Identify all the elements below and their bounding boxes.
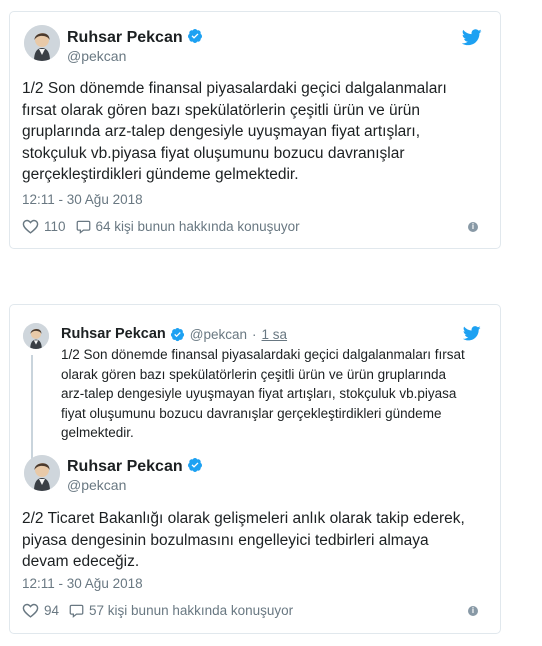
thread-connector-line: [31, 355, 33, 460]
conversation-link[interactable]: 57 kişi bunun hakkında konuşuyor: [89, 603, 293, 618]
quoted-author-name[interactable]: Ruhsar Pekcan: [61, 326, 166, 342]
speech-bubble-icon[interactable]: [69, 604, 84, 618]
author-handle[interactable]: @pekcan: [67, 477, 126, 493]
author-name-text[interactable]: Ruhsar Pekcan: [67, 29, 183, 46]
tweet-actions: 110 64 kişi bunun hakkında konuşuyor: [22, 219, 300, 234]
speech-bubble-icon[interactable]: [76, 220, 91, 234]
like-count[interactable]: 110: [44, 219, 66, 234]
tweet-text: 1/2 Son dönemde finansal piyasalardaki g…: [22, 80, 447, 183]
verified-badge-icon: [170, 327, 184, 341]
tweet-timestamp[interactable]: 12:11 - 30 Ağu 2018: [22, 576, 143, 591]
heart-icon[interactable]: [22, 603, 39, 618]
quoted-tweet-header: Ruhsar Pekcan @pekcan · 1 sa: [61, 326, 287, 342]
avatar[interactable]: [24, 455, 60, 491]
dot-separator: ·: [252, 326, 257, 342]
heart-icon[interactable]: [22, 219, 39, 234]
author-name[interactable]: Ruhsar Pekcan: [67, 457, 203, 476]
avatar[interactable]: [23, 323, 49, 349]
tweet-text: 2/2 Ticaret Bakanlığı olarak gelişmeleri…: [22, 510, 465, 570]
author-handle[interactable]: @pekcan: [67, 48, 126, 64]
author-name[interactable]: Ruhsar Pekcan: [67, 28, 203, 47]
quoted-time-ago[interactable]: 1 sa: [262, 327, 288, 342]
twitter-bird-icon[interactable]: [462, 29, 482, 46]
verified-badge-icon: [187, 458, 202, 472]
info-icon[interactable]: i: [468, 222, 478, 232]
avatar[interactable]: [24, 25, 60, 61]
quoted-tweet-text: 1/2 Son dönemde finansal piyasalardaki g…: [61, 347, 465, 440]
info-icon[interactable]: i: [468, 606, 478, 616]
conversation-link[interactable]: 64 kişi bunun hakkında konuşuyor: [96, 219, 300, 234]
verified-badge-icon: [187, 29, 202, 43]
author-name-text[interactable]: Ruhsar Pekcan: [67, 458, 183, 475]
tweet-actions: 94 57 kişi bunun hakkında konuşuyor: [22, 603, 293, 618]
like-count[interactable]: 94: [44, 603, 59, 618]
quoted-author-handle[interactable]: @pekcan: [190, 327, 247, 342]
twitter-bird-icon[interactable]: [463, 326, 481, 341]
tweet-timestamp[interactable]: 12:11 - 30 Ağu 2018: [22, 192, 143, 207]
